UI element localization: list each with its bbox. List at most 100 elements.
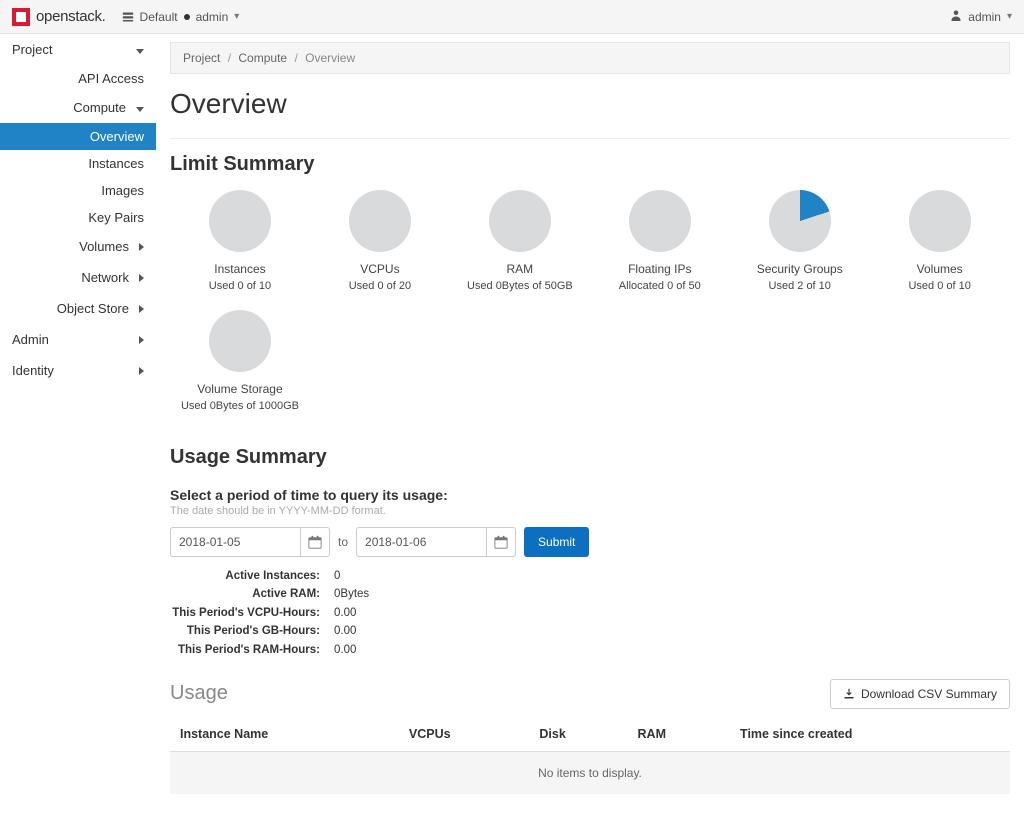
sidebar-item-project[interactable]: Project [0, 34, 156, 65]
pie-icon [209, 310, 271, 372]
download-csv-label: Download CSV Summary [861, 687, 997, 701]
limit-card-title: Volume Storage [174, 382, 306, 396]
limit-card: RAMUsed 0Bytes of 50GB [450, 186, 590, 306]
chevron-right-icon [139, 363, 144, 378]
usage-summary-title: Usage Summary [170, 446, 1010, 469]
project-context-switcher[interactable]: Default admin ▾ [122, 10, 240, 24]
download-csv-button[interactable]: Download CSV Summary [830, 679, 1010, 709]
divider [170, 138, 1010, 139]
table-column-header[interactable]: Instance Name [170, 717, 399, 752]
table-column-header[interactable]: RAM [628, 717, 731, 752]
usage-prompt-title: Select a period of time to query its usa… [170, 487, 1010, 503]
sidebar: Project API Access Compute Overview Inst… [0, 34, 156, 814]
breadcrumb: Project / Compute / Overview [170, 42, 1010, 74]
limit-card: Volumes Used 0 of 10 [870, 186, 1010, 306]
download-icon [843, 688, 855, 700]
to-label: to [338, 535, 348, 549]
submit-button[interactable]: Submit [524, 527, 589, 557]
stat-row: This Period's GB-Hours: 0.00 [170, 622, 1010, 640]
limits-container: InstancesUsed 0 of 10VCPUsUsed 0 of 20RA… [170, 186, 1010, 426]
chevron-down-icon [136, 100, 144, 115]
limit-card-value: Used 0Bytes of 50GB [454, 280, 586, 292]
limit-card-title: Volumes [874, 262, 1006, 276]
limit-card-title: Instances [174, 262, 306, 276]
limit-card: Volume Storage Used 0Bytes of 1000GB [170, 306, 310, 426]
stat-key: This Period's GB-Hours: [170, 622, 320, 640]
limit-card: Floating IPsAllocated 0 of 50 [590, 186, 730, 306]
sidebar-item-api-access[interactable]: API Access [0, 65, 156, 92]
sidebar-item-volumes[interactable]: Volumes [0, 231, 156, 262]
chevron-down-icon: ▾ [234, 11, 239, 22]
limit-card-value: Allocated 0 of 50 [594, 280, 726, 292]
breadcrumb-item: Overview [305, 51, 355, 65]
user-icon [950, 9, 962, 24]
date-to-input[interactable] [356, 527, 486, 557]
chevron-right-icon [139, 270, 144, 285]
calendar-icon[interactable] [300, 527, 330, 557]
breadcrumb-item[interactable]: Project [183, 51, 220, 65]
stat-row: Active Instances:0 [170, 567, 1010, 585]
pie-icon [769, 190, 831, 252]
separator-dot-icon [184, 14, 190, 20]
sidebar-item-network[interactable]: Network [0, 262, 156, 293]
stat-value: 0Bytes [334, 585, 369, 603]
limit-card-value: Used 2 of 10 [734, 280, 866, 292]
usage-query-block: Select a period of time to query its usa… [170, 487, 1010, 659]
usage-table-title: Usage [170, 682, 228, 705]
stat-value: 0.00 [334, 641, 356, 659]
breadcrumb-item[interactable]: Compute [238, 51, 287, 65]
sidebar-item-object-store[interactable]: Object Store [0, 293, 156, 324]
limit-card: VCPUs Used 0 of 20 [310, 186, 450, 306]
page-body: Project API Access Compute Overview Inst… [0, 34, 1024, 814]
sidebar-item-compute[interactable]: Compute [0, 92, 156, 123]
user-label: admin [968, 10, 1001, 24]
sidebar-item-overview[interactable]: Overview [0, 123, 156, 150]
table-header-row: Instance NameVCPUsDiskRAMTime since crea… [170, 717, 1010, 752]
sidebar-item-identity[interactable]: Identity [0, 355, 156, 386]
limit-card-value: Used 0Bytes of 1000GB [174, 400, 306, 412]
sidebar-item-admin[interactable]: Admin [0, 324, 156, 355]
stat-key: Active Instances: [170, 567, 320, 585]
chevron-down-icon: ▾ [1007, 11, 1012, 22]
limit-card-title: VCPUs [314, 262, 446, 276]
brand[interactable]: openstack. [12, 8, 106, 26]
usage-prompt-hint: The date should be in YYYY-MM-DD format. [170, 505, 1010, 517]
limit-card-value: Used 0 of 20 [314, 280, 446, 292]
stat-key: Active RAM: [170, 585, 320, 603]
domain-icon [122, 11, 134, 23]
project-label: admin [196, 10, 229, 24]
limit-card: InstancesUsed 0 of 10 [170, 186, 310, 306]
usage-stats: Active Instances:0Active RAM: 0Bytes This … [170, 567, 1010, 659]
stat-value: 0.00 [334, 604, 356, 622]
table-column-header[interactable]: Disk [529, 717, 627, 752]
sidebar-item-images[interactable]: Images [0, 177, 156, 204]
chevron-right-icon [139, 301, 144, 316]
limit-card-value: Used 0 of 10 [874, 280, 1006, 292]
user-menu[interactable]: admin ▾ [950, 9, 1012, 24]
date-from-group [170, 527, 330, 557]
pie-icon [489, 190, 551, 252]
usage-table: Instance NameVCPUsDiskRAMTime since crea… [170, 717, 1010, 794]
brand-text: openstack. [36, 8, 106, 25]
sidebar-item-key-pairs[interactable]: Key Pairs [0, 204, 156, 231]
page-title: Overview [170, 88, 1010, 120]
table-row: No items to display. [170, 751, 1010, 794]
pie-icon [909, 190, 971, 252]
sidebar-item-instances[interactable]: Instances [0, 150, 156, 177]
date-from-input[interactable] [170, 527, 300, 557]
stat-row: This Period's RAM-Hours:0.00 [170, 641, 1010, 659]
topbar: openstack. Default admin ▾ admin ▾ [0, 0, 1024, 34]
limit-summary-title: Limit Summary [170, 153, 1010, 176]
main-content: Project / Compute / Overview Overview Li… [156, 34, 1024, 814]
calendar-icon[interactable] [486, 527, 516, 557]
table-column-header[interactable]: VCPUs [399, 717, 529, 752]
chevron-down-icon [136, 42, 144, 57]
stat-key: This Period's VCPU-Hours: [170, 604, 320, 622]
openstack-logo-icon [12, 8, 30, 26]
stat-value: 0.00 [334, 622, 356, 640]
limit-card-title: Security Groups [734, 262, 866, 276]
domain-label: Default [140, 10, 178, 24]
stat-row: Active RAM: 0Bytes [170, 585, 1010, 603]
table-column-header[interactable]: Time since created [730, 717, 1010, 752]
limit-card: Security Groups Used 2 of 10 [730, 186, 870, 306]
